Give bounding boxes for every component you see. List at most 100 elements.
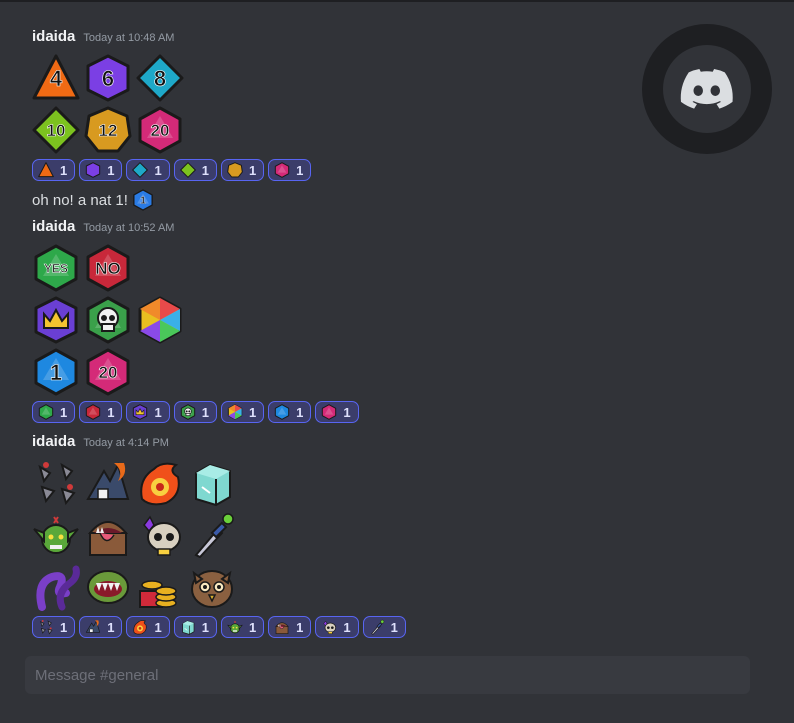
message-1: idaida Today at 10:48 AM 4 6 8 10 12 20 11111… bbox=[32, 28, 312, 211]
message-header: idaida Today at 10:52 AM bbox=[32, 218, 359, 240]
emoji-row bbox=[32, 511, 406, 559]
reaction-d8-die[interactable]: 1 bbox=[126, 159, 170, 181]
message-header: idaida Today at 10:48 AM bbox=[32, 28, 311, 50]
owlbear-icon[interactable] bbox=[188, 563, 236, 611]
mimic-icon bbox=[274, 619, 290, 635]
reaction-count: 1 bbox=[296, 619, 304, 635]
emoji-row: 4 6 8 bbox=[32, 54, 311, 102]
reaction-dagger[interactable]: 1 bbox=[362, 616, 406, 638]
reaction-d4-die[interactable]: 1 bbox=[32, 159, 76, 181]
mimic-icon[interactable] bbox=[84, 511, 132, 559]
fire-shark-icon[interactable] bbox=[84, 459, 132, 507]
emoji-grid: 4 6 8 10 12 20 bbox=[32, 54, 311, 154]
reaction-bar: 1 1 1 1 1 1 1 bbox=[32, 401, 359, 423]
reaction-count: 1 bbox=[60, 619, 68, 635]
tentacle-icon[interactable] bbox=[32, 563, 80, 611]
dagger-icon[interactable] bbox=[188, 511, 236, 559]
reaction-count: 1 bbox=[107, 162, 115, 178]
discord-logo bbox=[642, 24, 772, 154]
reaction-no-die[interactable]: 1 bbox=[79, 401, 123, 423]
reaction-d12-die[interactable]: 1 bbox=[220, 159, 265, 181]
reaction-crown-die[interactable]: 1 bbox=[126, 401, 170, 423]
reaction-skull-gem[interactable]: 1 bbox=[315, 616, 359, 638]
reaction-count: 1 bbox=[248, 162, 257, 178]
no-die-icon bbox=[85, 404, 101, 420]
d4-die-icon[interactable]: 4 bbox=[32, 54, 80, 102]
d20-die-icon[interactable]: 20 bbox=[136, 106, 184, 154]
reaction-count: 1 bbox=[248, 404, 257, 420]
d12-die-icon[interactable]: 12 bbox=[84, 106, 132, 154]
goblin-icon[interactable] bbox=[32, 511, 80, 559]
svg-text:4: 4 bbox=[50, 66, 63, 91]
rainbow-die-icon[interactable] bbox=[136, 296, 184, 344]
message-input[interactable] bbox=[33, 665, 750, 685]
caltrops-icon[interactable] bbox=[32, 459, 80, 507]
fire-shark-icon bbox=[85, 619, 101, 635]
username[interactable]: idaida bbox=[32, 28, 75, 45]
reaction-count: 1 bbox=[390, 619, 398, 635]
one-die-icon[interactable]: 1 bbox=[32, 348, 80, 396]
twenty-die-icon bbox=[321, 404, 337, 420]
skull-gem-icon[interactable] bbox=[136, 511, 184, 559]
dagger-icon bbox=[369, 619, 385, 635]
window-top-border bbox=[0, 0, 794, 2]
message-2: idaida Today at 10:52 AM YES NO 1 20 111111… bbox=[32, 218, 359, 423]
emoji-grid bbox=[32, 459, 406, 611]
message-text: oh no! a nat 1! bbox=[32, 191, 128, 209]
skull-die-icon bbox=[180, 404, 196, 420]
d10-die-icon bbox=[179, 162, 196, 178]
crown-die-icon[interactable] bbox=[32, 296, 80, 344]
reaction-d20-die[interactable]: 1 bbox=[268, 159, 312, 181]
d6-die-icon[interactable]: 6 bbox=[84, 54, 132, 102]
nat1-die-icon: 1 bbox=[132, 189, 154, 211]
svg-text:1: 1 bbox=[140, 196, 146, 207]
plant-trap-icon[interactable] bbox=[84, 563, 132, 611]
reaction-count: 1 bbox=[154, 162, 162, 178]
yes-die-icon[interactable]: YES bbox=[32, 244, 80, 292]
username[interactable]: idaida bbox=[32, 433, 75, 450]
username[interactable]: idaida bbox=[32, 218, 75, 235]
reaction-rainbow-die[interactable]: 1 bbox=[220, 401, 265, 423]
d20-die-icon bbox=[274, 162, 290, 178]
gelatinous-cube-icon[interactable] bbox=[188, 459, 236, 507]
goblin-icon bbox=[227, 619, 243, 635]
reaction-d10-die[interactable]: 1 bbox=[173, 159, 217, 181]
skull-gem-icon bbox=[321, 619, 337, 635]
emoji-row: YES NO bbox=[32, 244, 359, 292]
reaction-skull-die[interactable]: 1 bbox=[173, 401, 217, 423]
gelatinous-cube-icon bbox=[180, 619, 196, 635]
d10-die-icon[interactable]: 10 bbox=[32, 106, 80, 154]
reaction-fireball[interactable]: 1 bbox=[126, 616, 170, 638]
reaction-caltrops[interactable]: 1 bbox=[32, 616, 76, 638]
discord-icon bbox=[680, 69, 733, 109]
reaction-yes-die[interactable]: 1 bbox=[32, 401, 76, 423]
reaction-mimic[interactable]: 1 bbox=[268, 616, 312, 638]
emoji-row bbox=[32, 459, 406, 507]
reaction-count: 1 bbox=[296, 404, 304, 420]
timestamp: Today at 10:52 AM bbox=[83, 222, 175, 234]
svg-text:8: 8 bbox=[154, 66, 166, 91]
svg-text:20: 20 bbox=[151, 121, 170, 140]
reaction-gelatinous-cube[interactable]: 1 bbox=[173, 616, 217, 638]
reaction-count: 1 bbox=[107, 404, 115, 420]
reaction-one-die[interactable]: 1 bbox=[268, 401, 312, 423]
d8-die-icon[interactable]: 8 bbox=[136, 54, 184, 102]
d12-die-icon bbox=[227, 162, 243, 178]
reaction-fire-shark[interactable]: 1 bbox=[79, 616, 123, 638]
crown-die-icon bbox=[132, 404, 148, 420]
skull-die-icon[interactable] bbox=[84, 296, 132, 344]
reaction-goblin[interactable]: 1 bbox=[220, 616, 265, 638]
reaction-count: 1 bbox=[296, 162, 304, 178]
emoji-row bbox=[32, 563, 406, 611]
fireball-icon[interactable] bbox=[136, 459, 184, 507]
treasure-icon[interactable] bbox=[136, 563, 184, 611]
reaction-count: 1 bbox=[201, 619, 209, 635]
reaction-twenty-die[interactable]: 1 bbox=[315, 401, 359, 423]
reaction-d6-die[interactable]: 1 bbox=[79, 159, 123, 181]
svg-text:6: 6 bbox=[102, 66, 114, 91]
twenty-die-icon[interactable]: 20 bbox=[84, 348, 132, 396]
svg-text:NO: NO bbox=[95, 259, 121, 278]
no-die-icon[interactable]: NO bbox=[84, 244, 132, 292]
reaction-count: 1 bbox=[343, 619, 351, 635]
message-composer bbox=[25, 656, 750, 694]
